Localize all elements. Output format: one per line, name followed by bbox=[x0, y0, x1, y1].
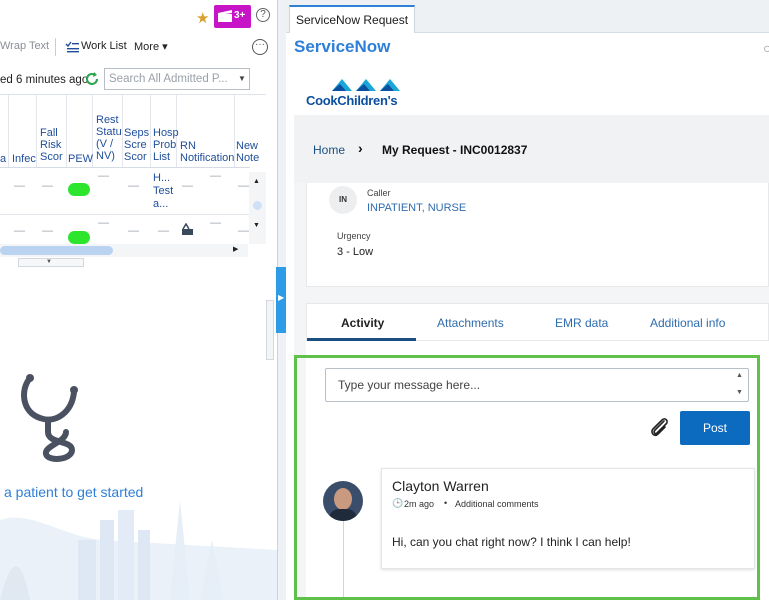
wrap-text-button[interactable]: Wrap Text bbox=[0, 40, 49, 52]
help-icon[interactable]: ? bbox=[256, 8, 270, 22]
tab-additional-info[interactable]: Additional info bbox=[650, 316, 725, 330]
app-title: ServiceNow bbox=[294, 37, 391, 56]
column-header-infec[interactable]: Infec bbox=[12, 153, 36, 165]
caller-label: Caller bbox=[367, 188, 391, 198]
scroll-down-icon[interactable]: ▼ bbox=[253, 222, 260, 229]
table-row[interactable]: — — — — — — — bbox=[0, 215, 250, 245]
work-list-icon bbox=[65, 41, 79, 53]
urgency-value: 3 - Low bbox=[337, 246, 374, 258]
breadcrumb-separator-icon: › bbox=[358, 140, 363, 156]
column-header-sepsis[interactable]: Seps Scre Scor bbox=[124, 127, 152, 163]
tab-servicenow-request[interactable]: ServiceNow Request bbox=[289, 5, 416, 33]
options-icon[interactable]: ··· bbox=[252, 39, 268, 55]
patient-grid: a Infec Fall Risk Scor PEW Rest Statu (V… bbox=[0, 94, 266, 244]
badge-count: 3+ bbox=[234, 10, 246, 21]
tab-activity[interactable]: Activity bbox=[341, 316, 384, 330]
request-tabs: Activity Attachments EMR data Additional… bbox=[306, 303, 769, 341]
column-header-fall-risk[interactable]: Fall Risk Scor bbox=[40, 127, 66, 163]
urgency-label: Urgency bbox=[337, 231, 371, 241]
grid-vertical-scrollbar[interactable]: ▲ ▼ bbox=[249, 172, 266, 244]
skyline-illustration bbox=[0, 500, 277, 600]
toolbar: Wrap Text Work List More ▾ ··· bbox=[0, 36, 277, 60]
search-dropdown-icon[interactable]: ▼ bbox=[238, 74, 246, 83]
scroll-right-icon[interactable]: ▶ bbox=[233, 245, 238, 253]
expand-arrow-icon: ▶ bbox=[278, 293, 285, 302]
column-header-rn-notification[interactable]: RN Notification bbox=[180, 140, 234, 164]
refresh-icon[interactable] bbox=[84, 71, 100, 87]
h-scroll-thumb[interactable] bbox=[0, 246, 113, 255]
clapper-icon bbox=[218, 10, 232, 22]
breadcrumb: Home › My Request - INC0012837 bbox=[294, 115, 769, 183]
logo-icon bbox=[332, 79, 400, 91]
stethoscope-icon bbox=[21, 374, 78, 462]
pew-status-indicator bbox=[68, 231, 90, 244]
portal-header: CookChildren's bbox=[294, 63, 769, 115]
caller-avatar: IN bbox=[329, 186, 357, 214]
scroll-up-icon[interactable]: ▲ bbox=[253, 178, 260, 185]
toolbar-divider bbox=[55, 38, 56, 56]
search-icon[interactable]: ○ bbox=[763, 40, 769, 56]
highlight-box bbox=[294, 355, 760, 600]
hosp-prob-cell: H... Test a... bbox=[153, 172, 174, 210]
rn-notification-icon[interactable] bbox=[180, 223, 196, 237]
column-header-hosp-prob[interactable]: Hosp Prob List bbox=[153, 127, 179, 163]
column-header-rest-status[interactable]: Rest Statu (V / NV) bbox=[96, 114, 124, 162]
star-icon[interactable]: ★ bbox=[196, 9, 209, 27]
breadcrumb-home-link[interactable]: Home bbox=[313, 143, 345, 157]
notification-badge[interactable]: 3+ bbox=[214, 5, 251, 28]
left-header: ★ 3+ ? bbox=[0, 0, 277, 36]
pew-status-indicator bbox=[68, 183, 90, 196]
right-tab-bar: ServiceNow Request bbox=[286, 0, 769, 33]
more-menu-button[interactable]: More ▾ bbox=[134, 40, 168, 53]
work-list-button[interactable]: Work List bbox=[81, 40, 127, 52]
column-header-a[interactable]: a bbox=[0, 153, 6, 165]
search-patients-input[interactable]: Search All Admitted P... bbox=[104, 68, 250, 90]
caller-value[interactable]: INPATIENT, NURSE bbox=[367, 202, 466, 214]
tab-attachments[interactable]: Attachments bbox=[437, 316, 504, 330]
last-refreshed-text: ed 6 minutes ago bbox=[0, 74, 89, 86]
tab-emr-data[interactable]: EMR data bbox=[555, 316, 608, 330]
column-header-new-note[interactable]: New Note bbox=[236, 140, 264, 164]
request-details-card: IN Caller INPATIENT, NURSE Urgency 3 - L… bbox=[306, 183, 769, 287]
refresh-row: ed 6 minutes ago Search All Admitted P..… bbox=[0, 66, 277, 94]
column-header-pew[interactable]: PEW bbox=[68, 153, 93, 165]
search-placeholder: Search All Admitted P... bbox=[109, 73, 228, 85]
logo-text: CookChildren's bbox=[306, 93, 398, 108]
breadcrumb-current: My Request - INC0012837 bbox=[382, 143, 528, 157]
grid-horizontal-scrollbar[interactable]: ▶ bbox=[0, 244, 248, 257]
scroll-thumb[interactable] bbox=[253, 201, 262, 210]
patient-list-pane: ★ 3+ ? Wrap Text Work List More ▾ ··· ed… bbox=[0, 0, 278, 600]
table-row[interactable]: — — — — H... Test a... — — — bbox=[0, 168, 250, 213]
